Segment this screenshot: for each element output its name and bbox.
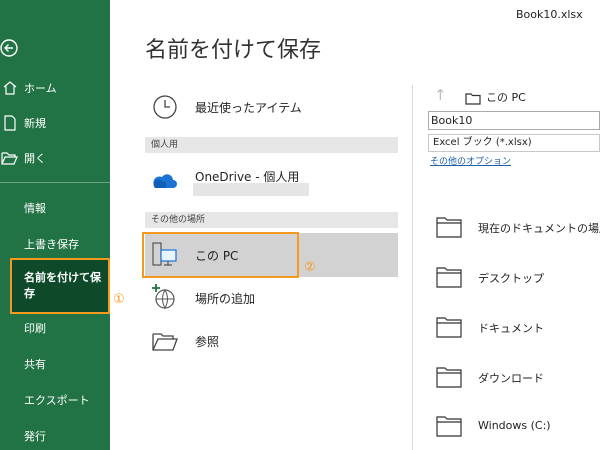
file-name-input[interactable]: Book10	[428, 111, 600, 130]
location-add-place[interactable]: 場所の追加	[145, 283, 400, 313]
folder-icon	[436, 415, 462, 437]
sidebar-divider	[0, 182, 110, 183]
folder-label: ドキュメント	[478, 322, 544, 335]
folder-label: デスクトップ	[478, 272, 544, 285]
folder-row-current-docs[interactable]: 現在のドキュメントの場所	[430, 206, 600, 246]
location-label: 最近使ったアイテム	[195, 100, 302, 115]
sidebar-item-label: 発行	[24, 430, 46, 443]
sidebar-item-label: 開く	[24, 152, 46, 165]
new-file-icon	[0, 115, 20, 131]
add-place-globe-icon	[151, 283, 179, 310]
location-label: 参照	[195, 334, 220, 349]
annotation-badge-2: ②	[304, 260, 316, 275]
sidebar-item-publish[interactable]: 発行	[0, 420, 110, 450]
browse-folder-icon	[151, 328, 179, 354]
location-this-pc[interactable]: この PC	[145, 233, 398, 277]
open-folder-icon	[0, 150, 20, 166]
folder-label: 現在のドキュメントの場所	[478, 222, 600, 235]
back-arrow-icon[interactable]	[0, 37, 20, 59]
sidebar-item-save-as[interactable]: 名前を付けて保存	[10, 258, 110, 314]
folder-icon	[436, 216, 462, 238]
sidebar-item-label: 新規	[24, 117, 46, 130]
save-location-nav: ↑ この PC	[430, 86, 600, 106]
folder-icon	[436, 266, 462, 288]
folder-label: Windows (C:)	[478, 419, 551, 432]
onedrive-cloud-icon	[151, 168, 179, 194]
folder-icon	[436, 316, 462, 338]
sidebar-item-label: エクスポート	[24, 394, 90, 407]
sidebar-item-new[interactable]: 新規	[0, 107, 110, 139]
annotation-badge-1: ①	[113, 292, 125, 307]
sidebar-item-label: 印刷	[24, 322, 46, 335]
more-options-link[interactable]: その他のオプション	[430, 154, 511, 167]
folder-row-windows-c[interactable]: Windows (C:)	[430, 405, 600, 445]
sidebar-item-label: 上書き保存	[24, 238, 79, 251]
section-header-other: その他の場所	[145, 212, 398, 228]
sidebar-item-label: 共有	[24, 358, 46, 371]
sidebar-item-label: 情報	[24, 202, 46, 215]
folder-row-desktop[interactable]: デスクトップ	[430, 256, 600, 296]
location-browse[interactable]: 参照	[145, 326, 400, 356]
computer-icon	[151, 241, 179, 267]
up-arrow-icon[interactable]: ↑	[434, 86, 447, 104]
file-type-select[interactable]: Excel ブック (*.xlsx)	[428, 134, 600, 152]
sidebar-item-share[interactable]: 共有	[0, 348, 110, 380]
backstage-sidebar: ホーム 新規 開く 情報 上書き保存 名前を付けて保存 印刷 共有 エクスポート	[0, 0, 110, 450]
location-recent[interactable]: 最近使ったアイテム	[145, 90, 400, 124]
sidebar-item-export[interactable]: エクスポート	[0, 384, 110, 416]
location-label: この PC	[195, 248, 239, 263]
sidebar-item-home[interactable]: ホーム	[0, 72, 110, 104]
folder-icon	[436, 366, 462, 388]
folder-row-documents[interactable]: ドキュメント	[430, 306, 600, 346]
section-header-personal: 個人用	[145, 137, 398, 153]
column-separator	[412, 85, 413, 450]
home-icon	[0, 80, 20, 96]
file-name-label: Book10.xlsx	[516, 8, 583, 21]
location-label: 場所の追加	[195, 291, 256, 306]
folder-row-downloads[interactable]: ダウンロード	[430, 356, 600, 396]
folder-icon	[465, 90, 481, 105]
sidebar-item-print[interactable]: 印刷	[0, 312, 110, 344]
account-placeholder	[193, 183, 309, 196]
page-title: 名前を付けて保存	[145, 38, 322, 63]
folder-label: ダウンロード	[478, 372, 544, 385]
sidebar-item-info[interactable]: 情報	[0, 192, 110, 224]
current-location-label: この PC	[486, 91, 526, 104]
sidebar-item-label: ホーム	[24, 82, 57, 95]
clock-icon	[151, 94, 179, 120]
sidebar-item-open[interactable]: 開く	[0, 142, 110, 174]
sidebar-item-label: 名前を付けて保存	[24, 271, 101, 300]
sidebar-item-save[interactable]: 上書き保存	[0, 228, 110, 260]
